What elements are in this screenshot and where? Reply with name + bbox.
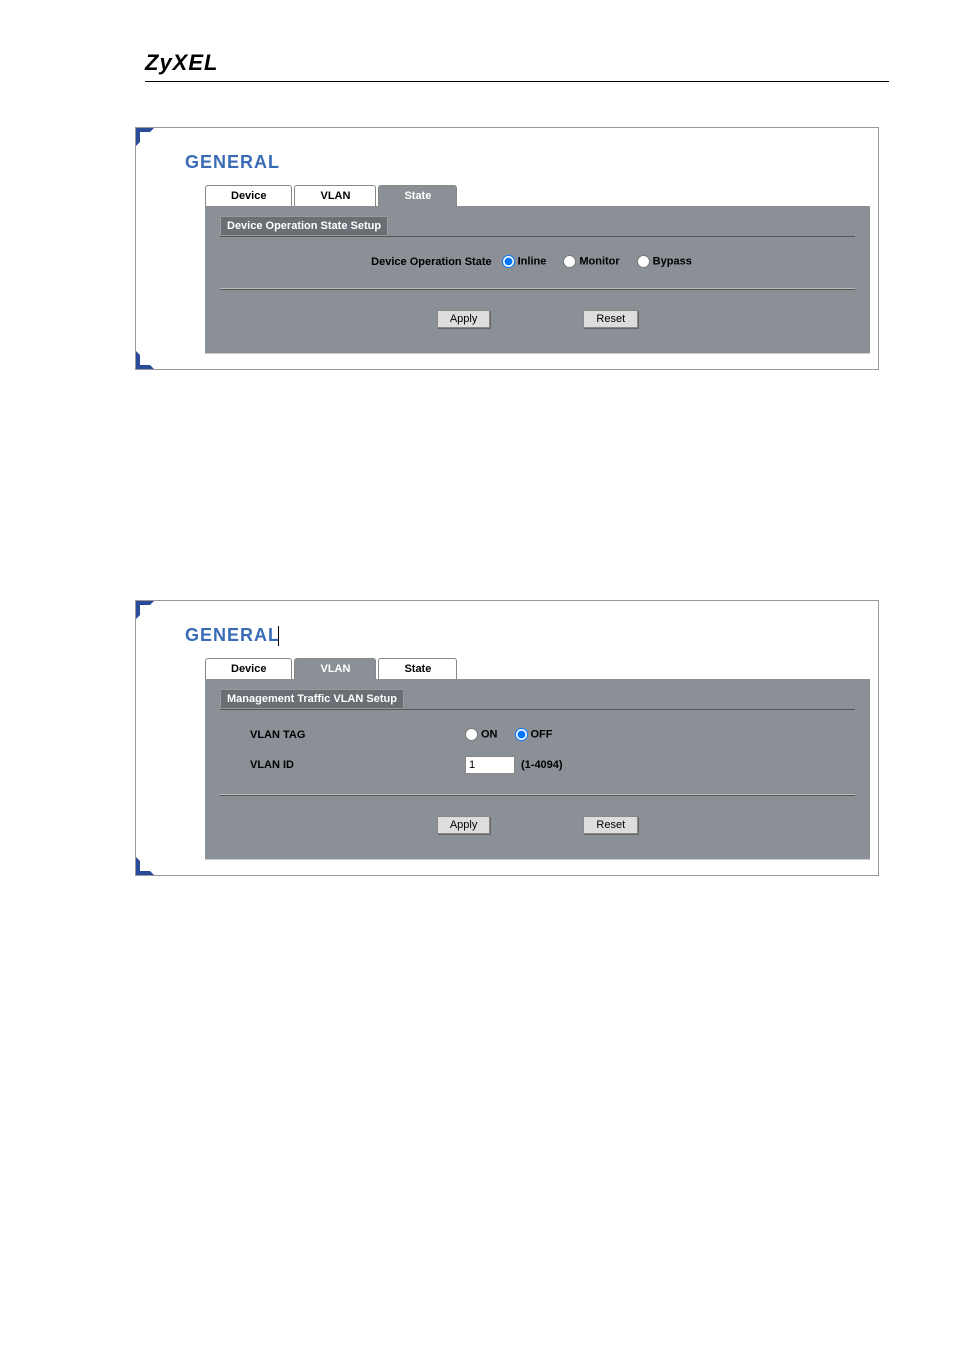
tab-state[interactable]: State: [378, 185, 457, 206]
tab-vlan[interactable]: VLAN: [294, 658, 376, 679]
button-row: Apply Reset: [220, 816, 855, 834]
radio-bypass[interactable]: Bypass: [637, 255, 692, 268]
device-op-state-radios: Inline Monitor Bypass: [502, 255, 704, 268]
radio-off-label: OFF: [531, 729, 553, 741]
radio-on-input[interactable]: [465, 728, 478, 741]
panel-state: GENERAL Device VLAN State Device Operati…: [135, 127, 879, 370]
radio-inline-input[interactable]: [502, 255, 515, 268]
section-header: Device Operation State Setup: [220, 216, 388, 236]
tabs-row: Device VLAN State: [205, 185, 870, 206]
radio-off-input[interactable]: [515, 728, 528, 741]
section-header: Management Traffic VLAN Setup: [220, 689, 404, 709]
content-area-vlan: Management Traffic VLAN Setup VLAN TAG O…: [205, 679, 870, 859]
reset-button[interactable]: Reset: [583, 816, 638, 834]
tab-state[interactable]: State: [378, 658, 457, 679]
panel-vlan: GENERAL Device VLAN State Management Tra…: [135, 600, 879, 876]
radio-on[interactable]: ON: [465, 728, 498, 741]
tab-vlan[interactable]: VLAN: [294, 185, 376, 206]
text-cursor-icon: [278, 626, 279, 646]
bottom-strip: [205, 859, 870, 871]
vlan-tag-label: VLAN TAG: [240, 729, 465, 741]
radio-monitor-label: Monitor: [579, 255, 619, 267]
vlan-id-input[interactable]: [465, 756, 515, 774]
radio-bypass-label: Bypass: [653, 255, 692, 267]
tabs-row: Device VLAN State: [205, 658, 870, 679]
radio-monitor-input[interactable]: [563, 255, 576, 268]
radio-off[interactable]: OFF: [515, 728, 553, 741]
form-divider: [220, 794, 855, 796]
apply-button[interactable]: Apply: [437, 816, 491, 834]
device-op-state-label: Device Operation State: [371, 256, 491, 268]
radio-inline-label: Inline: [518, 255, 547, 267]
tab-device[interactable]: Device: [205, 185, 292, 206]
button-row: Apply Reset: [220, 310, 855, 328]
page-title: GENERAL: [160, 605, 870, 658]
radio-bypass-input[interactable]: [637, 255, 650, 268]
reset-button[interactable]: Reset: [583, 310, 638, 328]
radio-inline[interactable]: Inline: [502, 255, 547, 268]
apply-button[interactable]: Apply: [437, 310, 491, 328]
radio-monitor[interactable]: Monitor: [563, 255, 619, 268]
vlan-id-range: (1-4094): [521, 759, 563, 771]
tab-device[interactable]: Device: [205, 658, 292, 679]
content-area-state: Device Operation State Setup Device Oper…: [205, 206, 870, 353]
brand-logo: ZyXEL: [145, 50, 954, 76]
vlan-tag-radios: ON OFF: [465, 728, 565, 741]
radio-on-label: ON: [481, 729, 498, 741]
vlan-id-label: VLAN ID: [240, 759, 465, 771]
bottom-strip: [205, 353, 870, 365]
logo-divider: [145, 81, 889, 82]
page-title: GENERAL: [160, 132, 870, 185]
form-divider: [220, 288, 855, 290]
